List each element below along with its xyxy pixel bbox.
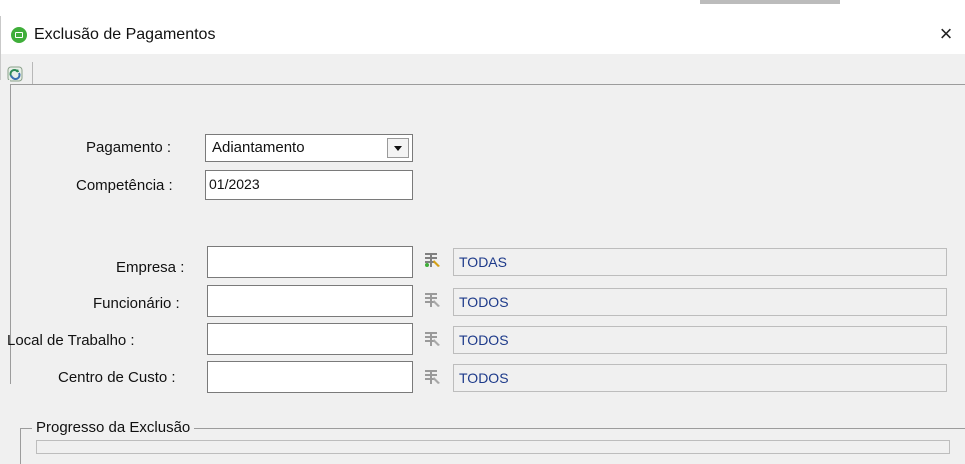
progress-bar xyxy=(36,440,950,454)
progress-group-border-left xyxy=(20,428,21,464)
local-trabalho-label: Local de Trabalho : xyxy=(7,332,135,349)
search-lookup-icon[interactable] xyxy=(424,330,442,348)
window-title: Exclusão de Pagamentos xyxy=(34,26,216,43)
background-window-fragment xyxy=(700,0,840,4)
local-trabalho-field[interactable] xyxy=(207,323,413,355)
pagamento-select-value: Adiantamento xyxy=(212,139,305,156)
search-lookup-icon[interactable] xyxy=(424,291,442,309)
progress-group-title: Progresso da Exclusão xyxy=(32,419,195,436)
centro-custo-description: TODOS xyxy=(453,364,947,392)
competencia-label: Competência : xyxy=(76,177,173,194)
search-lookup-icon[interactable] xyxy=(424,251,442,269)
background-strip xyxy=(0,0,965,16)
empresa-label: Empresa : xyxy=(116,259,185,276)
centro-custo-label: Centro de Custo : xyxy=(58,369,176,386)
local-trabalho-description: TODOS xyxy=(453,326,947,354)
chevron-down-icon[interactable] xyxy=(387,138,409,158)
centro-custo-field[interactable] xyxy=(207,361,413,393)
window-left-edge xyxy=(0,80,10,464)
pagamento-select[interactable]: Adiantamento xyxy=(205,134,413,162)
pagamento-label: Pagamento : xyxy=(86,139,172,156)
app-icon xyxy=(11,27,27,43)
title-bar[interactable]: Exclusão de Pagamentos × xyxy=(1,16,965,54)
search-lookup-icon[interactable] xyxy=(424,368,442,386)
empresa-description: TODAS xyxy=(453,248,947,276)
funcionario-field[interactable] xyxy=(207,285,413,317)
empresa-field[interactable] xyxy=(207,246,413,278)
funcionario-label: Funcionário : xyxy=(93,295,180,312)
competencia-field[interactable]: 01/2023 xyxy=(205,170,413,200)
close-button[interactable]: × xyxy=(934,22,958,46)
funcionario-description: TODOS xyxy=(453,288,947,316)
